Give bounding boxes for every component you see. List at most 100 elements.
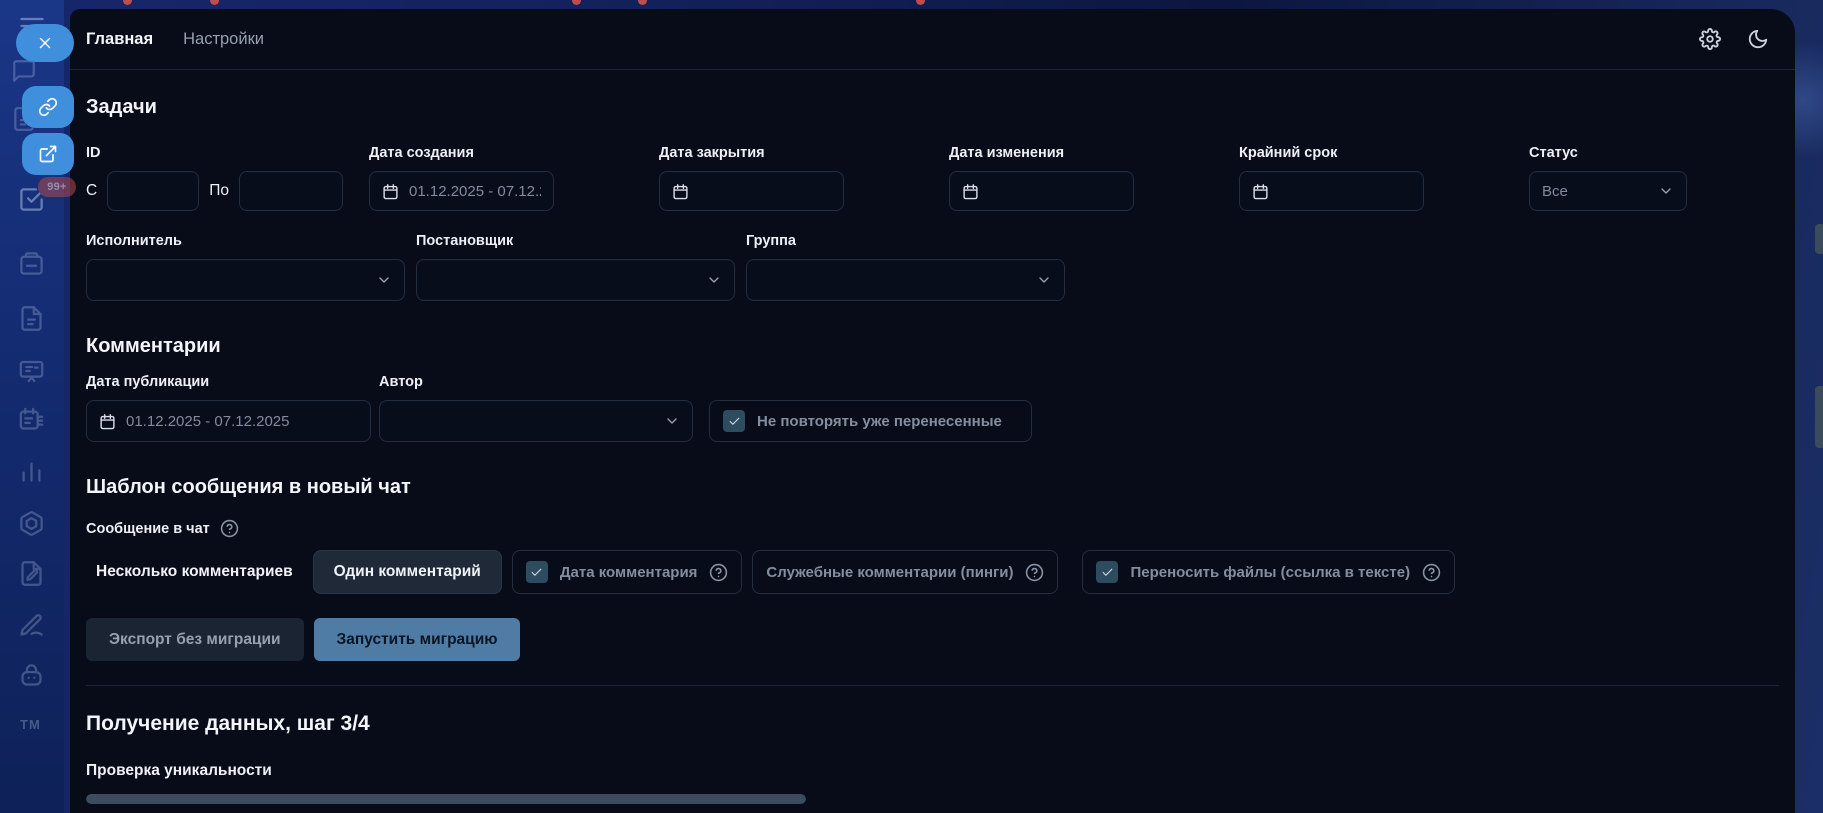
progress-title: Получение данных, шаг 3/4 <box>86 712 1779 736</box>
copy-link-button[interactable] <box>22 86 74 128</box>
sidebar-item-documents[interactable] <box>18 305 45 332</box>
people-filter-row: Исполнитель Постановщик Группа <box>86 233 1779 301</box>
sidebar-item-modules[interactable] <box>18 510 45 537</box>
sidebar-item-planner[interactable] <box>18 406 45 433</box>
tm-logo: TM <box>20 717 41 732</box>
help-icon[interactable] <box>709 563 728 582</box>
notification-dot <box>123 0 132 5</box>
chevron-down-icon <box>706 272 722 288</box>
sidebar-item-presentation[interactable] <box>18 358 45 385</box>
chevron-down-icon <box>376 272 392 288</box>
comment-mode-row: Несколько комментариев Один комментарий … <box>86 550 1779 594</box>
open-external-button[interactable] <box>22 133 74 175</box>
assignee-filter: Исполнитель <box>86 233 405 301</box>
creator-filter: Постановщик <box>416 233 735 301</box>
publish-date-filter: Дата публикации 01.12.2025 - 07.12.2025 <box>86 374 371 442</box>
export-without-migration-button[interactable]: Экспорт без миграции <box>86 618 304 661</box>
sidebar-item-tasks[interactable]: 99+ <box>18 186 45 213</box>
calendar-icon <box>672 183 689 200</box>
tab-settings[interactable]: Настройки <box>183 30 264 49</box>
pen-icon <box>18 612 45 639</box>
tasks-counter-badge: 99+ <box>38 177 76 197</box>
notification-dot <box>916 0 925 5</box>
publish-date-input[interactable]: 01.12.2025 - 07.12.2025 <box>86 400 371 442</box>
deadline-filter: Крайний срок <box>1239 145 1424 211</box>
mode-multiple-comments-button[interactable]: Несколько комментариев <box>86 550 303 594</box>
external-link-icon <box>38 144 58 164</box>
modified-date-input[interactable] <box>949 171 1134 211</box>
author-select[interactable] <box>379 400 693 442</box>
author-filter: Автор <box>379 374 693 442</box>
document-edit-icon <box>18 560 45 587</box>
id-from-label: С <box>86 182 97 200</box>
id-label: ID <box>86 145 369 161</box>
comments-filter-row: Дата публикации 01.12.2025 - 07.12.2025 … <box>86 374 1779 442</box>
close-button[interactable] <box>16 24 74 62</box>
deadline-input[interactable] <box>1239 171 1424 211</box>
progress-task-label: Проверка уникальности <box>86 762 1779 780</box>
message-label-row: Сообщение в чат <box>86 519 1779 538</box>
message-label: Сообщение в чат <box>86 521 210 537</box>
bot-icon <box>18 662 45 689</box>
modified-date-filter: Дата изменения <box>949 145 1134 211</box>
checkbox-checked-icon <box>723 410 745 432</box>
panel-content: Задачи ID С По Дата создания <box>70 70 1795 804</box>
progress-bar-fill <box>86 794 806 804</box>
created-date-filter: Дата создания 01.12.2025 - 07.12.2025 <box>369 145 554 211</box>
scrollbar-fragment <box>1815 386 1823 448</box>
sidebar-item-sign[interactable] <box>18 612 45 639</box>
created-date-input[interactable]: 01.12.2025 - 07.12.2025 <box>369 171 554 211</box>
sidebar-item-tm[interactable]: TM <box>20 716 41 734</box>
comment-date-checkbox[interactable]: Дата комментария <box>512 550 743 594</box>
notification-dot <box>572 0 581 5</box>
progress-bar <box>86 794 806 804</box>
presentation-board-icon <box>18 358 45 385</box>
sidebar-item-bots[interactable] <box>18 662 45 689</box>
bar-chart-icon <box>18 458 45 485</box>
calendar-icon <box>1252 183 1269 200</box>
panel-header: Главная Настройки <box>70 9 1795 70</box>
scrollbar-fragment <box>1815 224 1823 254</box>
mode-single-comment-button[interactable]: Один комментарий <box>313 550 502 594</box>
chevron-down-icon <box>664 413 680 429</box>
sidebar-item-archive[interactable] <box>18 250 45 277</box>
status-select[interactable]: Все <box>1529 171 1687 211</box>
calendar-icon <box>99 413 116 430</box>
sidebar-item-analytics[interactable] <box>18 458 45 485</box>
sidebar-item-contracts[interactable] <box>18 560 45 587</box>
settings-gear-icon[interactable] <box>1699 28 1721 50</box>
tasks-section-title: Задачи <box>86 96 1779 119</box>
id-to-input[interactable] <box>239 171 343 211</box>
file-icon <box>18 305 45 332</box>
start-migration-button[interactable]: Запустить миграцию <box>314 618 521 661</box>
assignee-select[interactable] <box>86 259 405 301</box>
chevron-down-icon <box>1036 272 1052 288</box>
service-comments-option[interactable]: Служебные комментарии (пинги) <box>752 550 1058 594</box>
group-select[interactable] <box>746 259 1065 301</box>
template-section-title: Шаблон сообщения в новый чат <box>86 476 1779 499</box>
creator-select[interactable] <box>416 259 735 301</box>
migration-panel: Главная Настройки Задачи ID С По <box>70 9 1795 813</box>
help-icon[interactable] <box>1422 563 1441 582</box>
closed-date-filter: Дата закрытия <box>659 145 844 211</box>
group-filter: Группа <box>746 233 1065 301</box>
header-icons <box>1699 28 1769 50</box>
closed-date-input[interactable] <box>659 171 844 211</box>
planner-icon <box>18 406 45 433</box>
link-icon <box>38 97 58 117</box>
status-filter: Статус Все <box>1529 145 1687 211</box>
help-icon[interactable] <box>1025 563 1044 582</box>
id-from-input[interactable] <box>107 171 199 211</box>
checkbox-checked-icon <box>1096 561 1118 583</box>
notification-dot <box>210 0 219 5</box>
hexagon-icon <box>18 510 45 537</box>
chevron-down-icon <box>1658 183 1674 199</box>
app-sidebar: 99+ TM <box>0 0 64 813</box>
skip-migrated-checkbox[interactable]: Не повторять уже перенесенные <box>709 400 1032 442</box>
tasks-filter-row: ID С По Дата создания 01.12.2025 - 07.1 <box>86 145 1779 211</box>
close-icon <box>36 34 54 52</box>
tab-main[interactable]: Главная <box>86 30 153 49</box>
help-icon[interactable] <box>220 519 239 538</box>
dark-mode-moon-icon[interactable] <box>1747 28 1769 50</box>
transfer-files-checkbox[interactable]: Переносить файлы (ссылка в тексте) <box>1082 550 1455 594</box>
